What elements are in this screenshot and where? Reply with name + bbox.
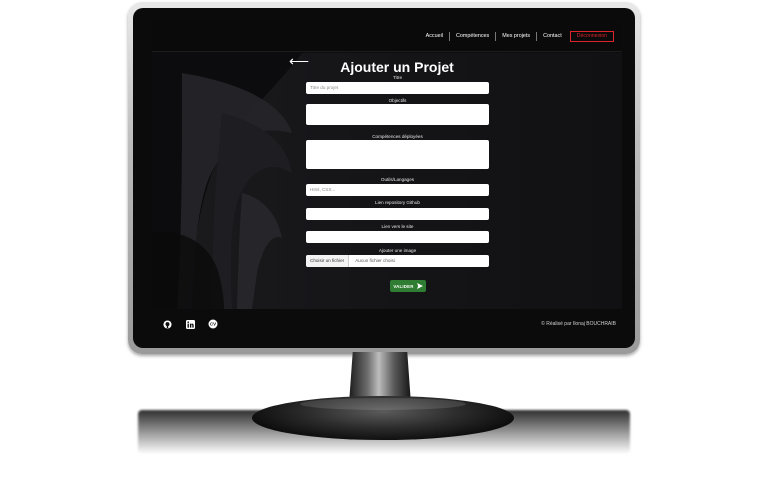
titre-input[interactable]: Titre du projet (306, 82, 489, 94)
send-icon (416, 282, 423, 290)
cv-icon-label: CV (210, 322, 216, 327)
image-file-input[interactable]: Choisir un fichier Aucun fichier choisi (306, 255, 489, 267)
site-input[interactable] (306, 231, 489, 243)
competences-textarea[interactable] (306, 140, 489, 169)
navbar: Accueil Compétences Mes projets Contact … (152, 22, 622, 52)
page-title: Ajouter un Projet (340, 59, 454, 75)
label-site: Lien vers le site (381, 224, 414, 229)
label-image: Ajouter une image (378, 248, 417, 253)
nav-menu: Accueil Compétences Mes projets Contact … (420, 31, 614, 42)
submit-button[interactable]: VALIDER (390, 280, 426, 292)
label-titre: Titre (392, 75, 403, 80)
footer: CV © Réalisé par Ilonaj BOUCHRAIB (152, 309, 622, 338)
label-objectifs: Objectifs (388, 98, 407, 103)
github-icon[interactable] (162, 319, 172, 329)
linkedin-icon[interactable] (185, 319, 195, 329)
stand-highlight (300, 398, 466, 410)
footer-copyright: © Réalisé par Ilonaj BOUCHRAIB (541, 321, 616, 327)
nav-link-contact[interactable]: Contact (537, 32, 568, 41)
nav-link-mes-projets[interactable]: Mes projets (496, 32, 538, 41)
file-status-text: Aucun fichier choisi (355, 258, 395, 263)
cv-icon[interactable]: CV (208, 319, 218, 329)
nav-link-accueil[interactable]: Accueil (420, 32, 450, 41)
objectifs-textarea[interactable] (306, 104, 489, 125)
label-github: Lien repository Github (375, 200, 420, 205)
monitor-screen: Accueil Compétences Mes projets Contact … (152, 22, 622, 338)
github-input[interactable] (306, 208, 489, 220)
choose-file-button[interactable]: Choisir un fichier (306, 255, 350, 267)
outils-input[interactable]: Html, CSS... (306, 184, 489, 196)
label-competences: Compétences déployées (372, 134, 423, 139)
label-outils: Outils/Langages (380, 177, 415, 182)
submit-label: VALIDER (393, 283, 414, 289)
nav-link-competences[interactable]: Compétences (450, 32, 497, 41)
logout-button[interactable]: Déconnexion (569, 31, 614, 42)
